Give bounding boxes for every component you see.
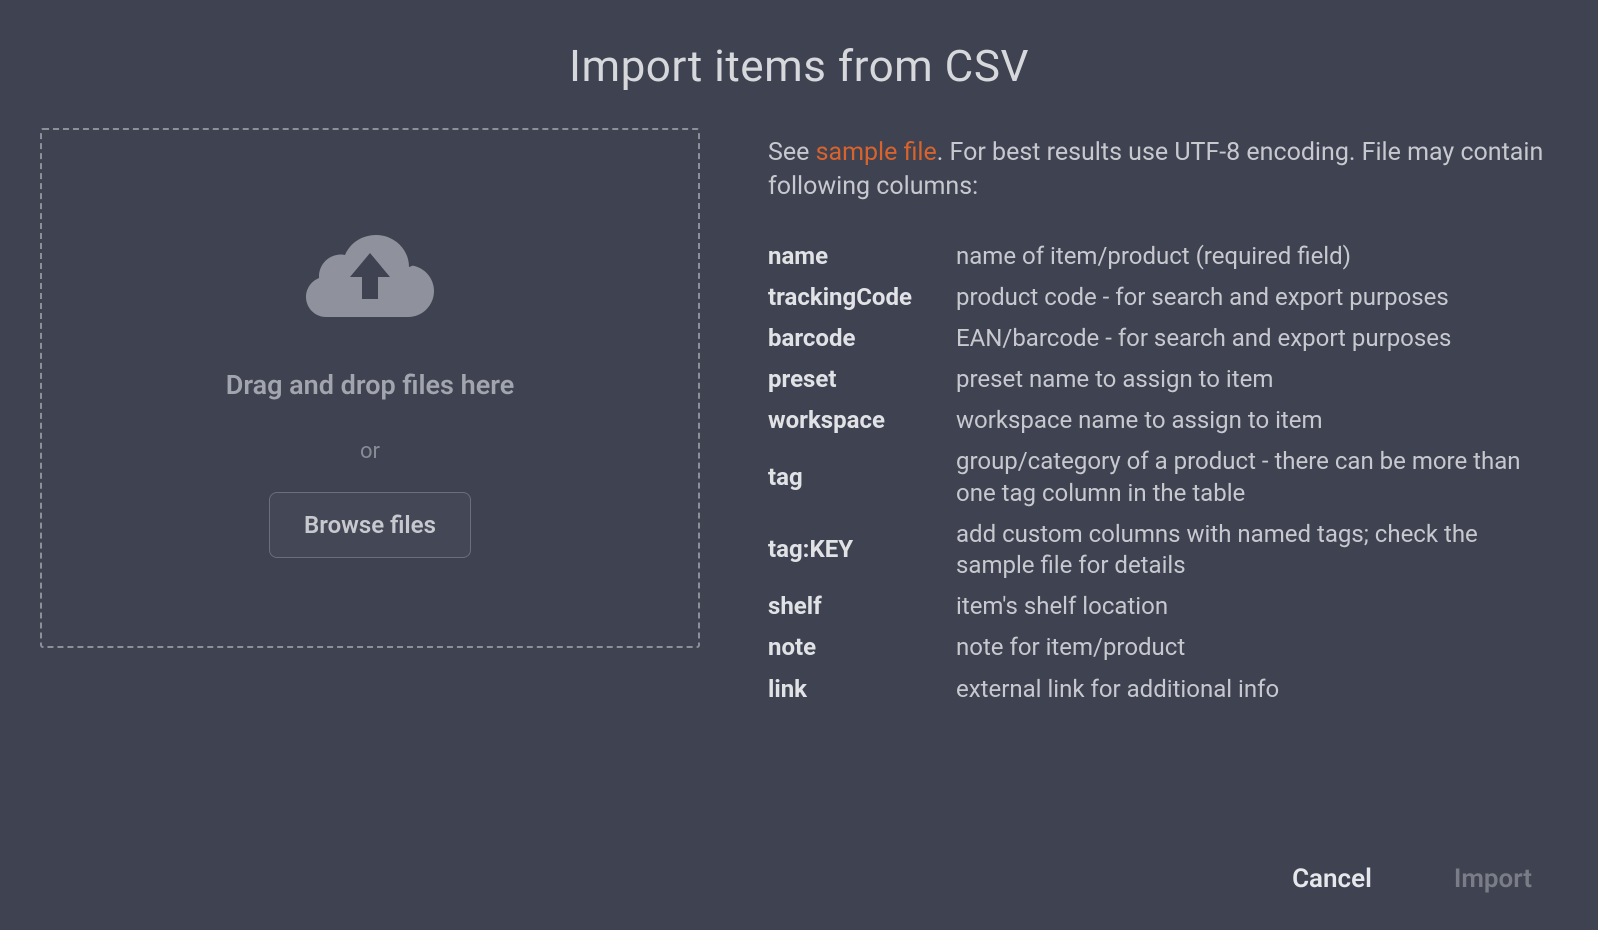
column-row: workspaceworkspace name to assign to ite…: [768, 400, 1558, 441]
column-name: barcode: [768, 318, 956, 359]
file-dropzone[interactable]: Drag and drop files here or Browse files: [40, 128, 700, 648]
column-row: tag:KEYadd custom columns with named tag…: [768, 514, 1558, 586]
column-name: tag: [768, 441, 956, 513]
column-name: name: [768, 236, 956, 277]
column-name: tag:KEY: [768, 514, 956, 586]
column-description: external link for additional info: [956, 669, 1558, 710]
column-row: barcodeEAN/barcode - for search and expo…: [768, 318, 1558, 359]
column-name: shelf: [768, 586, 956, 627]
columns-table: namename of item/product (required field…: [768, 236, 1558, 710]
info-intro-prefix: See: [768, 138, 816, 167]
dialog-content: Drag and drop files here or Browse files…: [40, 128, 1558, 828]
column-description: workspace name to assign to item: [956, 400, 1558, 441]
column-description: name of item/product (required field): [956, 236, 1558, 277]
column-row: taggroup/category of a product - there c…: [768, 441, 1558, 513]
column-row: presetpreset name to assign to item: [768, 359, 1558, 400]
column-description: add custom columns with named tags; chec…: [956, 514, 1558, 586]
column-description: preset name to assign to item: [956, 359, 1558, 400]
dialog-button-row: Cancel Import: [40, 858, 1558, 900]
column-name: trackingCode: [768, 277, 956, 318]
column-name: link: [768, 669, 956, 710]
column-description: item's shelf location: [956, 586, 1558, 627]
cloud-upload-icon: [306, 229, 434, 319]
dropzone-drag-text: Drag and drop files here: [226, 369, 514, 401]
column-description: EAN/barcode - for search and export purp…: [956, 318, 1558, 359]
info-panel: See sample file. For best results use UT…: [768, 128, 1558, 828]
column-row: notenote for item/product: [768, 627, 1558, 668]
column-description: product code - for search and export pur…: [956, 277, 1558, 318]
import-csv-dialog: Import items from CSV Drag and drop file…: [0, 0, 1598, 930]
column-row: shelfitem's shelf location: [768, 586, 1558, 627]
column-row: namename of item/product (required field…: [768, 236, 1558, 277]
column-name: preset: [768, 359, 956, 400]
column-description: note for item/product: [956, 627, 1558, 668]
column-row: trackingCodeproduct code - for search an…: [768, 277, 1558, 318]
column-row: linkexternal link for additional info: [768, 669, 1558, 710]
sample-file-link[interactable]: sample file: [816, 138, 937, 167]
dropzone-or-text: or: [360, 439, 380, 464]
info-intro: See sample file. For best results use UT…: [768, 136, 1558, 204]
column-description: group/category of a product - there can …: [956, 441, 1558, 513]
column-name: workspace: [768, 400, 956, 441]
column-name: note: [768, 627, 956, 668]
import-button[interactable]: Import: [1444, 858, 1542, 900]
dialog-title: Import items from CSV: [40, 40, 1558, 92]
browse-files-button[interactable]: Browse files: [269, 492, 471, 558]
cancel-button[interactable]: Cancel: [1282, 858, 1382, 900]
